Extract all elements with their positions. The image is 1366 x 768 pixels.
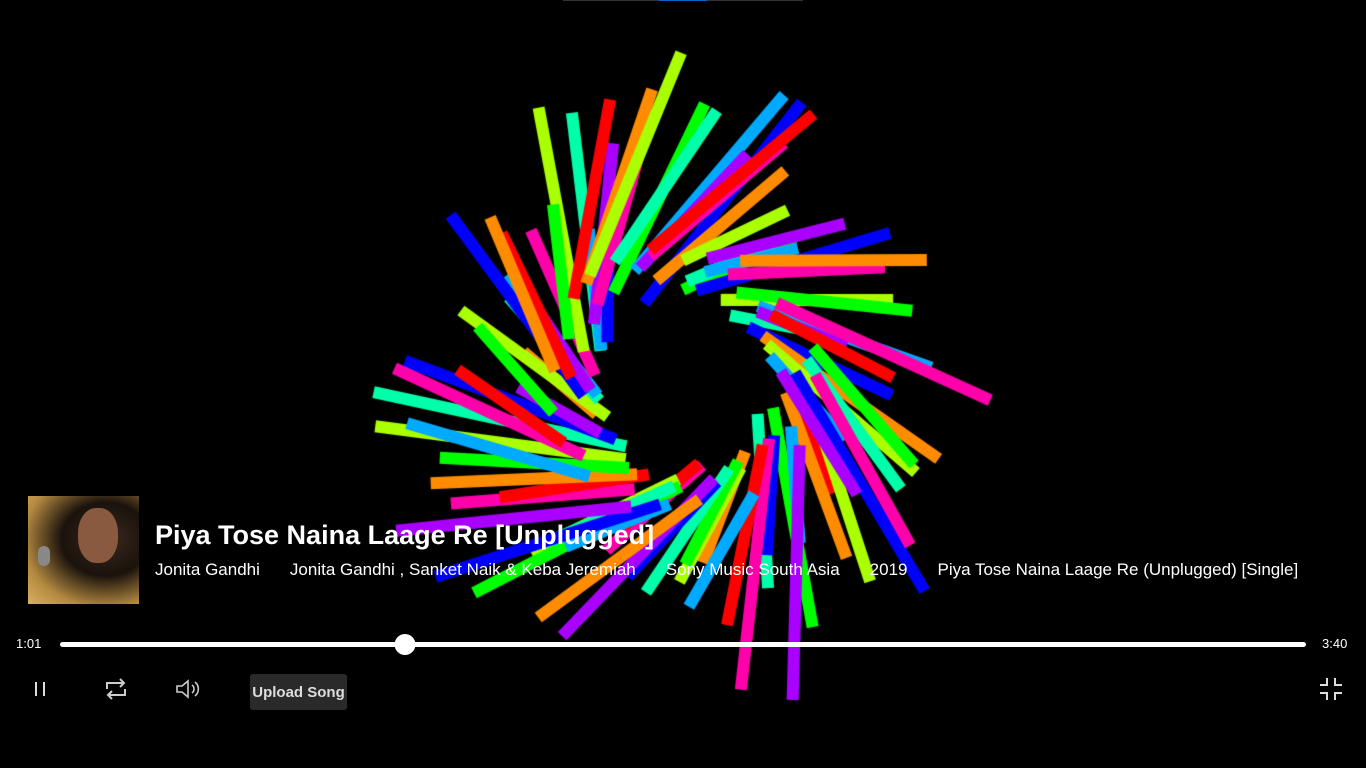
song-metadata: Jonita Gandhi Jonita Gandhi , Sanket Nai… — [155, 560, 1298, 580]
exit-fullscreen-button[interactable] — [1316, 674, 1346, 704]
record-label: Sony Music South Asia — [665, 560, 840, 579]
seek-thumb[interactable] — [394, 634, 416, 655]
upload-song-button[interactable]: Upload Song — [250, 674, 347, 710]
song-title: Piya Tose Naina Laage Re [Unplugged] — [155, 520, 655, 550]
exit-fullscreen-icon — [1320, 678, 1342, 700]
audio-visualizer — [0, 0, 1366, 768]
album: Piya Tose Naina Laage Re (Unplugged) [Si… — [937, 560, 1299, 579]
credits: Jonita Gandhi , Sanket Naik & Keba Jerem… — [289, 560, 636, 579]
year: 2019 — [869, 560, 908, 579]
seek-bar[interactable] — [60, 634, 1306, 655]
duration: 3:40 — [1322, 636, 1348, 651]
volume-icon — [176, 679, 200, 699]
artist: Jonita Gandhi — [155, 560, 260, 579]
pause-icon — [35, 682, 45, 696]
current-time: 1:01 — [16, 636, 42, 651]
repeat-icon — [106, 678, 126, 700]
pause-button[interactable] — [25, 674, 55, 704]
repeat-button[interactable] — [101, 674, 131, 704]
volume-button[interactable] — [173, 674, 203, 704]
